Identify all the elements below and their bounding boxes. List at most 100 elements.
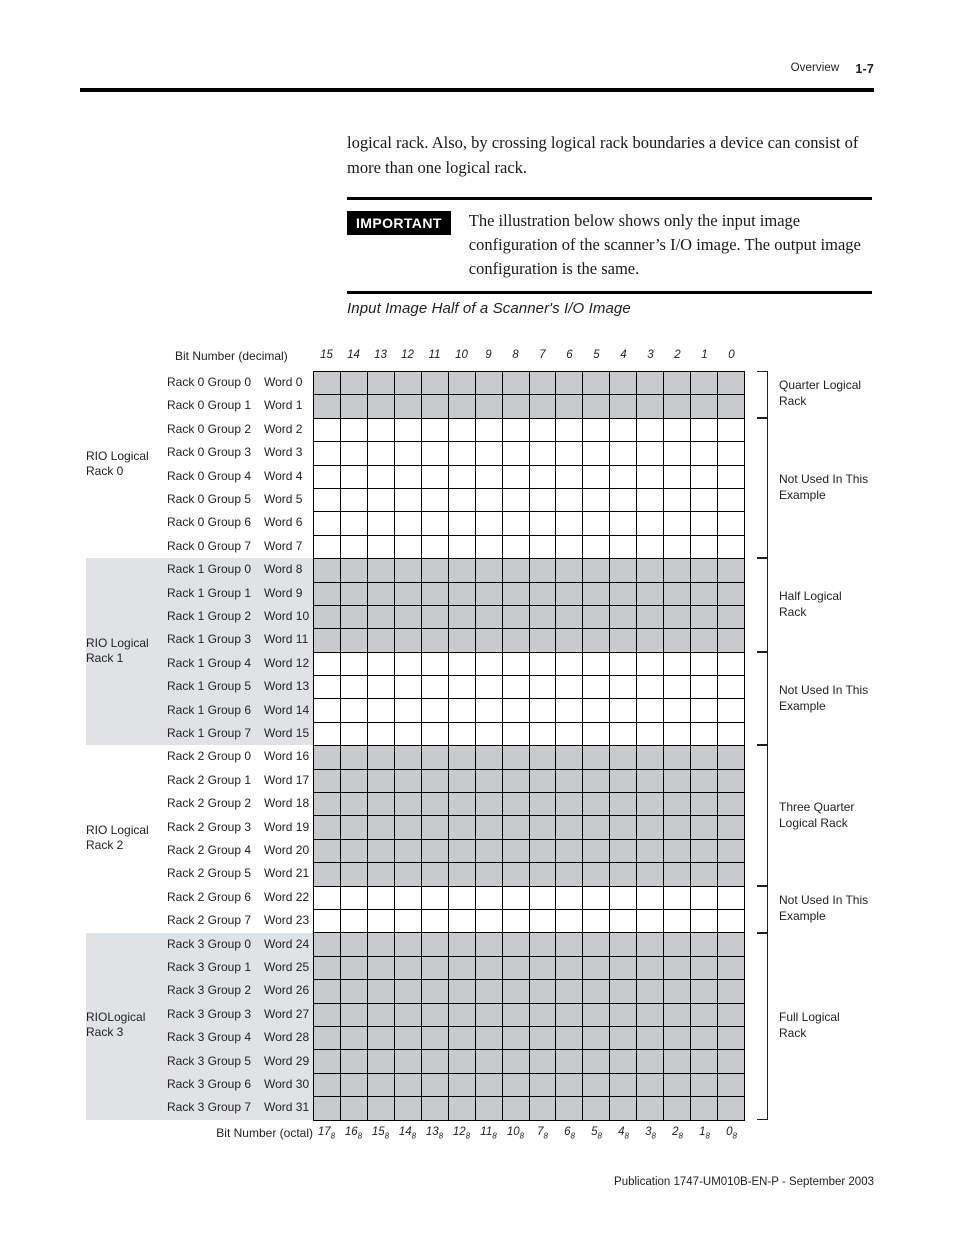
grid-cell — [637, 722, 665, 747]
grid-cell — [529, 1026, 557, 1051]
bit-number-decimal-14: 14 — [347, 349, 360, 361]
rack-title: RIOLogical Rack 3 — [86, 1010, 164, 1040]
grid-cell — [340, 605, 368, 630]
grid-cell — [421, 909, 449, 934]
grid-cell — [556, 769, 584, 794]
grid-cell — [637, 488, 665, 513]
grid-cell — [340, 418, 368, 443]
grid-cell — [610, 1097, 638, 1121]
grid-cell — [664, 839, 692, 864]
grid-cell — [583, 1003, 611, 1027]
grid-cell — [691, 582, 719, 606]
grid-cell — [583, 676, 611, 700]
grid-row-word-31 — [314, 1097, 745, 1121]
grid-cell — [340, 793, 368, 817]
grid-cell — [394, 418, 422, 443]
grid-cell — [367, 629, 395, 653]
grid-cell — [502, 418, 530, 443]
grid-cell — [502, 372, 530, 396]
grid-cell — [448, 1050, 476, 1074]
octal-subscript: 8 — [519, 1131, 525, 1141]
grid-cell — [502, 652, 530, 677]
grid-cell — [691, 512, 719, 536]
grid-cell — [691, 699, 719, 723]
row-group-label: Rack 3 Group 4 — [167, 1030, 252, 1045]
grid-cell — [610, 863, 638, 887]
grid-cell — [637, 1097, 665, 1121]
grid-cell — [583, 980, 611, 1004]
grid-cell — [502, 956, 530, 981]
grid-cell — [448, 582, 476, 606]
grid-cell — [529, 793, 557, 817]
octal-subscript: 8 — [651, 1131, 656, 1141]
row-word-label: Word 8 — [264, 562, 303, 577]
grid-cell — [394, 1073, 422, 1098]
row-word-label: Word 26 — [264, 983, 310, 998]
grid-cell — [475, 488, 503, 513]
grid-cell — [556, 933, 584, 957]
grid-row-word-9 — [314, 582, 745, 606]
grid-cell — [556, 488, 584, 513]
row-group-label: Rack 1 Group 3 — [167, 632, 252, 647]
grid-cell — [394, 442, 422, 466]
annotation-label-line: Full Logical — [779, 1010, 840, 1025]
grid-row-word-17 — [314, 769, 745, 794]
grid-cell — [556, 909, 584, 934]
annotation-label: Quarter Logical Rack — [779, 377, 861, 409]
grid-cell — [421, 372, 449, 396]
grid-cell — [637, 535, 665, 560]
grid-cell — [340, 442, 368, 466]
grid-cell — [610, 582, 638, 606]
callout-bottom-rule — [347, 291, 872, 294]
grid-cell — [664, 863, 692, 887]
grid-cell — [664, 1097, 692, 1121]
row-group-label: Rack 3 Group 7 — [167, 1100, 252, 1115]
grid-cell — [421, 746, 449, 770]
grid-cell — [610, 699, 638, 723]
grid-cell — [664, 1026, 692, 1051]
grid-cell — [610, 1026, 638, 1051]
annotation-bracket — [757, 932, 768, 1120]
row-word-label: Word 14 — [264, 702, 310, 717]
row-word-label: Word 22 — [264, 889, 310, 904]
grid-cell — [502, 559, 530, 583]
grid-cell — [475, 582, 503, 606]
grid-row-word-29 — [314, 1050, 745, 1074]
grid-cell — [529, 816, 557, 840]
octal-subscript: 8 — [492, 1131, 497, 1141]
grid-cell — [718, 769, 745, 794]
octal-subscript: 8 — [330, 1131, 336, 1141]
rack-title-line: RIO Logical — [86, 635, 149, 650]
grid-cell — [637, 676, 665, 700]
row-group-label: Rack 3 Group 5 — [167, 1053, 252, 1068]
grid-cell — [314, 629, 341, 653]
grid-cell — [529, 1050, 557, 1074]
grid-cell — [637, 863, 665, 887]
body-paragraph: logical rack. Also, by crossing logical … — [347, 133, 859, 177]
grid-cell — [556, 1097, 584, 1121]
grid-cell — [394, 1026, 422, 1051]
grid-cell — [448, 395, 476, 419]
grid-cell — [421, 933, 449, 957]
row-group-label: Rack 2 Group 0 — [167, 749, 252, 764]
row-group-label: Rack 3 Group 0 — [167, 936, 252, 951]
grid-cell — [529, 512, 557, 536]
grid-cell — [610, 442, 638, 466]
grid-row-word-8 — [314, 559, 745, 583]
grid-cell — [664, 722, 692, 747]
grid-cell — [691, 372, 719, 396]
grid-cell — [637, 1050, 665, 1074]
grid-cell — [367, 1073, 395, 1098]
grid-cell — [664, 769, 692, 794]
callout-body-text: The illustration below shows only the in… — [468, 211, 861, 278]
grid-cell — [718, 793, 745, 817]
grid-cell — [421, 652, 449, 677]
grid-cell — [718, 629, 745, 653]
grid-cell — [421, 395, 449, 419]
grid-cell — [556, 793, 584, 817]
grid-cell — [394, 699, 422, 723]
grid-cell — [637, 839, 665, 864]
grid-cell — [610, 769, 638, 794]
grid-row-word-16 — [314, 746, 745, 770]
grid-cell — [314, 722, 341, 747]
